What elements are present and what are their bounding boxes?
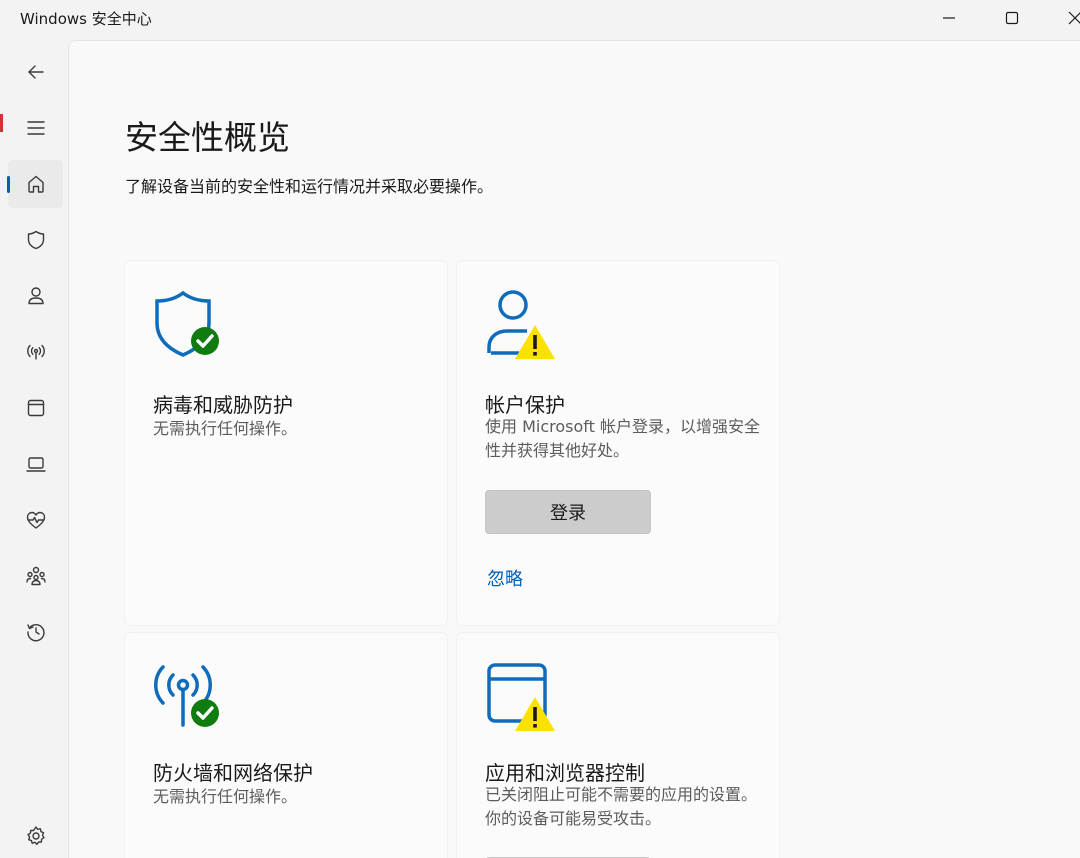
card-desc: 无需执行任何操作。 bbox=[153, 419, 298, 438]
card-desc: 无需执行任何操作。 bbox=[153, 787, 298, 806]
sidebar bbox=[0, 40, 68, 858]
sidebar-item-firewall[interactable] bbox=[8, 328, 63, 376]
person-warning-icon bbox=[487, 290, 555, 359]
antenna-icon bbox=[26, 344, 45, 360]
sidebar-item-family-options[interactable] bbox=[8, 552, 63, 600]
card-title: 病毒和威胁防护 bbox=[153, 393, 293, 417]
close-button[interactable] bbox=[1052, 0, 1080, 36]
browser-warning-icon bbox=[487, 663, 555, 731]
sign-in-button[interactable]: 登录 bbox=[485, 490, 651, 534]
antenna-check-icon bbox=[154, 665, 219, 727]
sidebar-item-app-browser[interactable] bbox=[8, 384, 63, 432]
close-icon bbox=[1068, 11, 1080, 25]
family-icon bbox=[25, 566, 46, 586]
minimize-button[interactable] bbox=[926, 0, 972, 36]
sidebar-item-virus-protection[interactable] bbox=[8, 216, 63, 264]
back-button[interactable] bbox=[8, 48, 63, 96]
person-icon bbox=[27, 287, 44, 305]
card-desc: 使用 Microsoft 帐户登录，以增强安全性并获得其他好处。 bbox=[485, 417, 760, 460]
main-content: 安全性概览 了解设备当前的安全性和运行情况并采取必要操作。 病毒和威胁防护 无需… bbox=[68, 40, 1080, 858]
maximize-icon bbox=[1005, 11, 1019, 25]
history-icon bbox=[26, 624, 45, 642]
dismiss-link[interactable]: 忽略 bbox=[487, 565, 523, 591]
maximize-button[interactable] bbox=[989, 0, 1035, 36]
page-title: 安全性概览 bbox=[125, 118, 290, 157]
sidebar-item-home[interactable] bbox=[7, 160, 63, 208]
sidebar-item-protection-history[interactable] bbox=[8, 608, 63, 656]
page-subtitle: 了解设备当前的安全性和运行情况并采取必要操作。 bbox=[125, 177, 494, 196]
settings-button[interactable] bbox=[8, 812, 63, 858]
hamburger-menu-icon bbox=[26, 121, 45, 135]
shield-icon bbox=[27, 230, 44, 250]
sidebar-item-device-health[interactable] bbox=[8, 496, 63, 544]
gear-icon bbox=[26, 826, 45, 845]
card-virus-protection[interactable]: 病毒和威胁防护 无需执行任何操作。 bbox=[125, 261, 447, 625]
selection-indicator bbox=[7, 176, 10, 193]
back-arrow-icon bbox=[27, 65, 44, 79]
card-title: 防火墙和网络保护 bbox=[153, 761, 313, 785]
menu-button[interactable] bbox=[8, 104, 63, 152]
card-title: 帐户保护 bbox=[485, 393, 565, 417]
title-bar: Windows 安全中心 bbox=[0, 0, 1080, 40]
laptop-icon bbox=[25, 457, 46, 472]
sidebar-item-device-security[interactable] bbox=[8, 440, 63, 488]
shield-check-icon bbox=[155, 290, 219, 357]
browser-window-icon bbox=[27, 399, 44, 417]
card-title: 应用和浏览器控制 bbox=[485, 761, 645, 785]
sidebar-item-account-protection[interactable] bbox=[8, 272, 63, 320]
minimize-icon bbox=[943, 17, 955, 19]
app-title: Windows 安全中心 bbox=[20, 10, 152, 28]
card-firewall[interactable]: 防火墙和网络保护 无需执行任何操作。 bbox=[125, 633, 447, 858]
card-app-browser[interactable]: 应用和浏览器控制 已关闭阻止可能不需要的应用的设置。你的设备可能易受攻击。 bbox=[457, 633, 779, 858]
card-desc: 已关闭阻止可能不需要的应用的设置。你的设备可能易受攻击。 bbox=[485, 785, 758, 828]
heart-pulse-icon bbox=[26, 511, 45, 529]
home-icon bbox=[27, 175, 44, 193]
card-account-protection[interactable]: 帐户保护 使用 Microsoft 帐户登录，以增强安全性并获得其他好处。 登录… bbox=[457, 261, 779, 625]
